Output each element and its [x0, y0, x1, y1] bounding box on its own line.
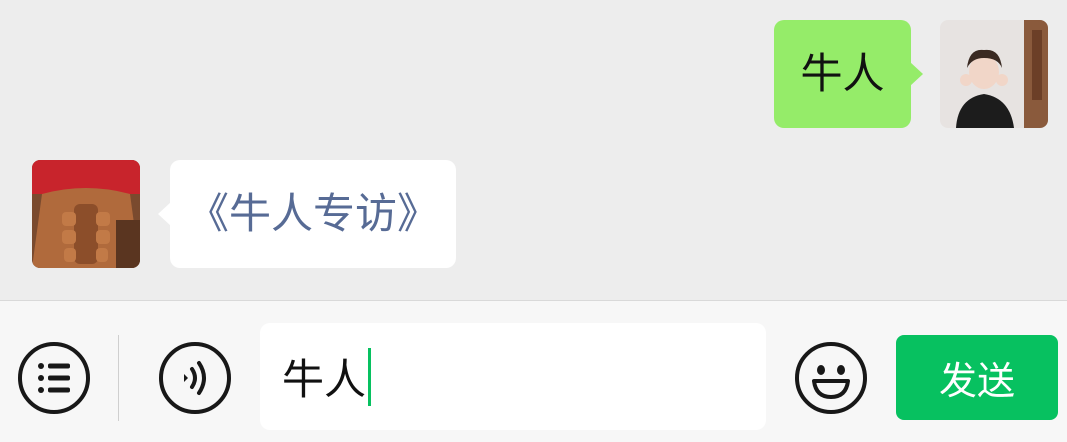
emoji-button[interactable]	[794, 341, 868, 415]
text-caret	[368, 347, 372, 406]
send-button-label: 发送	[938, 359, 1015, 403]
send-button[interactable]: 发送	[896, 335, 1058, 420]
self-avatar[interactable]	[940, 20, 1048, 128]
menu-button[interactable]	[17, 341, 91, 415]
contact-avatar[interactable]	[32, 160, 140, 268]
incoming-message-bubble[interactable]: 《牛人专访》	[158, 160, 456, 268]
chat-message-area: 牛人 《牛人专访》	[0, 0, 1067, 300]
outgoing-message-bubble[interactable]: 牛人	[774, 20, 923, 128]
outgoing-message-text: 牛人	[800, 49, 885, 98]
chat-input-bar: 牛人 发送	[0, 300, 1067, 442]
voice-icon	[159, 342, 231, 414]
message-input[interactable]: 牛人	[260, 323, 766, 430]
input-bar-divider	[118, 335, 119, 421]
smiley-icon	[795, 342, 867, 414]
self-avatar-photo	[940, 20, 1048, 128]
list-icon	[18, 342, 90, 414]
message-input-value: 牛人	[282, 355, 367, 404]
article-link[interactable]: 《牛人专访》	[187, 193, 439, 235]
voice-button[interactable]	[158, 341, 232, 415]
other-avatar-photo	[32, 160, 140, 268]
